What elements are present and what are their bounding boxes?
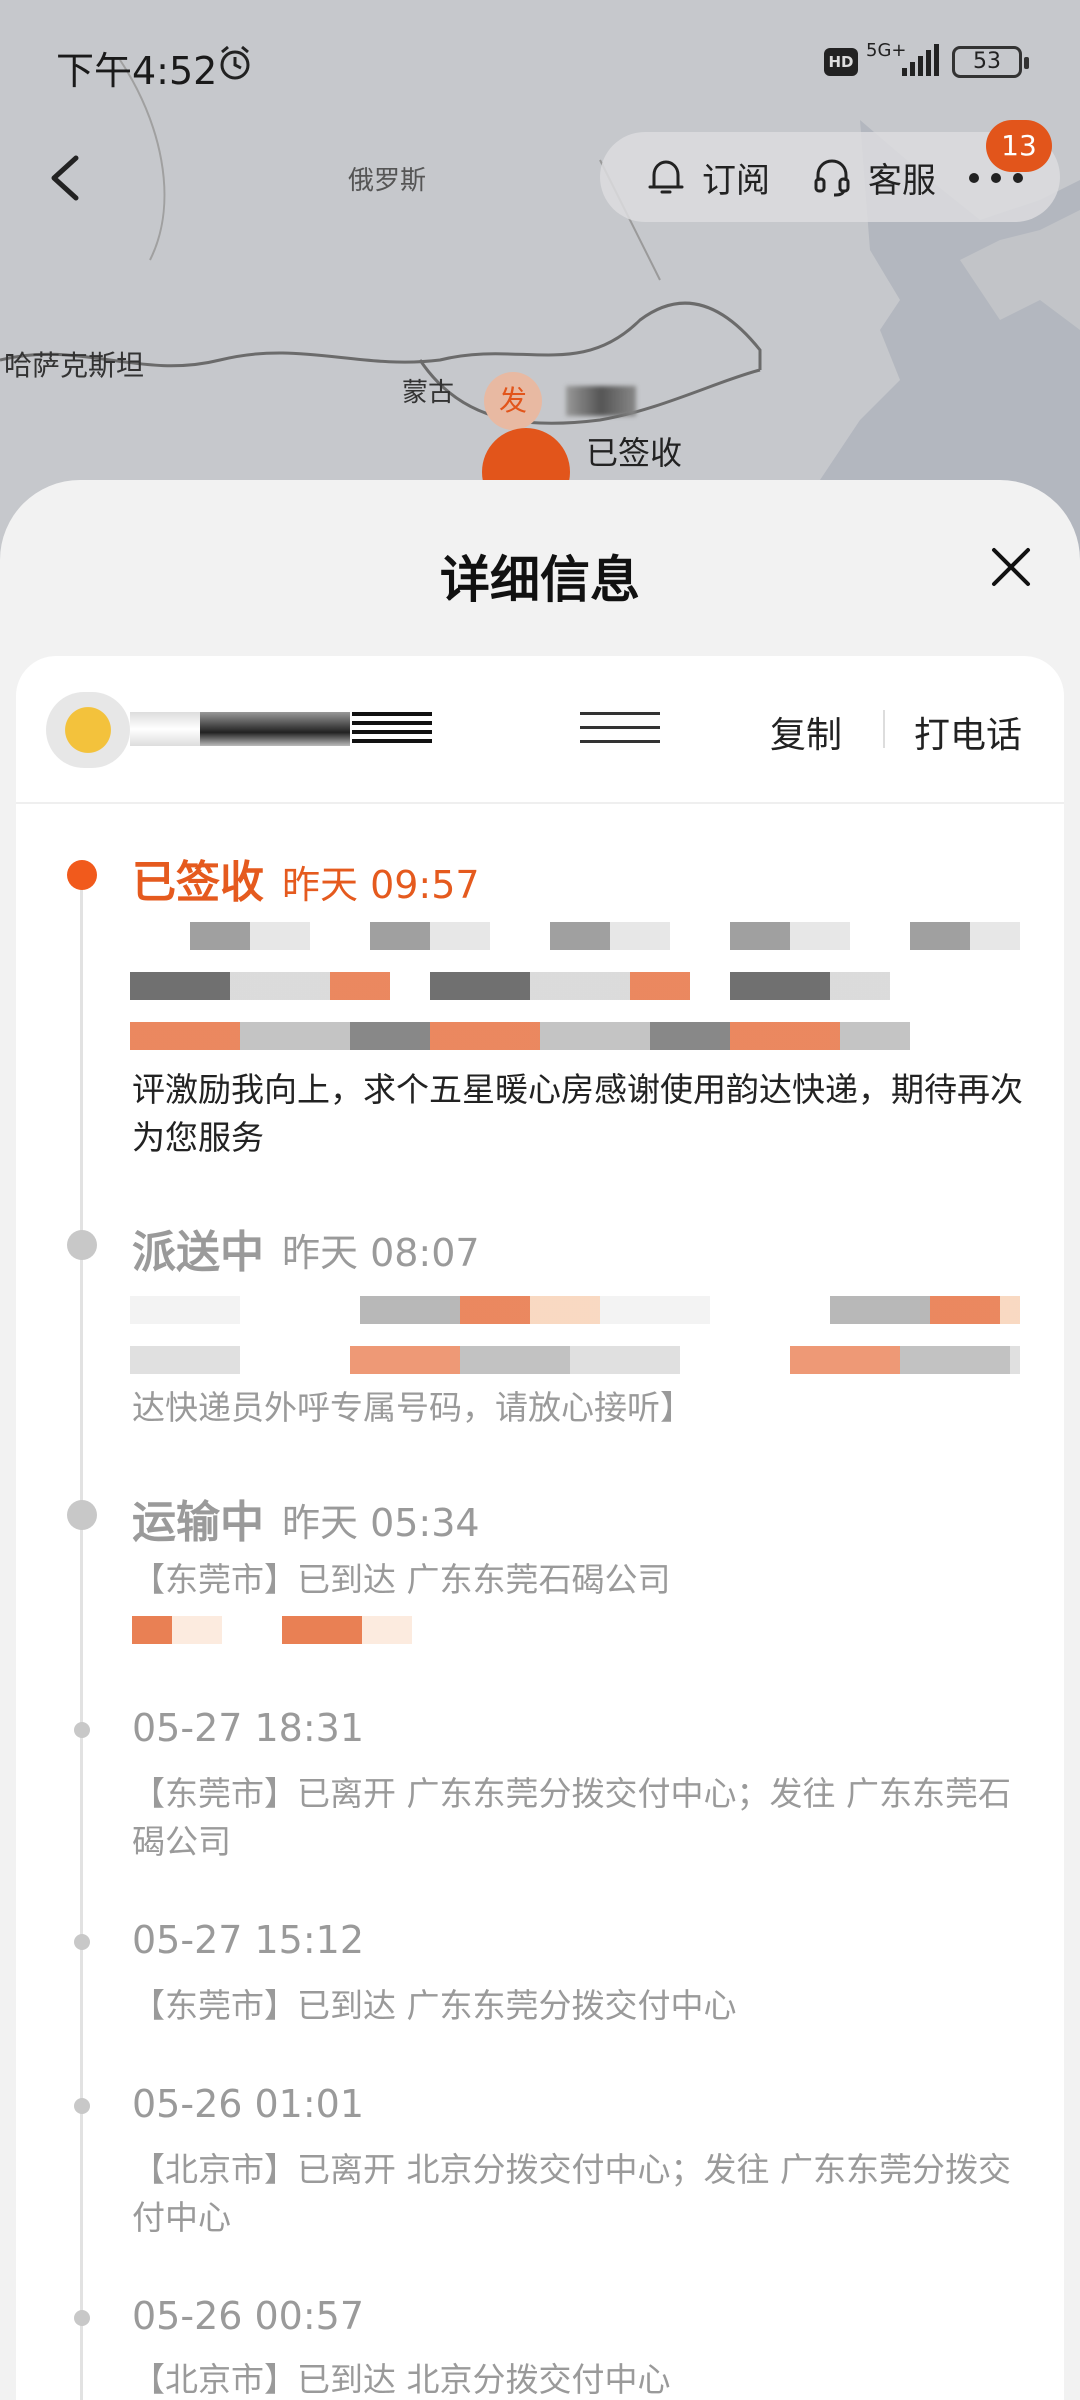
customer-service-button[interactable]: 客服: [810, 154, 936, 201]
header-divider: [883, 710, 885, 748]
copy-button[interactable]: 复制: [770, 706, 842, 758]
blurred-origin-city: [566, 386, 636, 416]
map-label-russia: 俄罗斯: [348, 166, 427, 196]
alarm-icon: [220, 45, 250, 80]
event-status: 运输中: [132, 1497, 264, 1548]
timeline-dot-active: [67, 860, 97, 890]
battery-indicator: 53: [952, 46, 1029, 78]
event-date: 05-27 15:12: [132, 1918, 365, 1962]
event-status: 已签收: [132, 857, 264, 908]
timeline-dot: [74, 1934, 90, 1950]
sheet-title: 详细信息: [440, 551, 640, 609]
timeline-dot: [74, 2310, 90, 2326]
clock: 下午4:52: [56, 49, 218, 93]
event-text: 评激励我向上，求个五星暖心房感谢使用韵达快递，期待再次为您服务: [132, 1070, 1023, 1157]
close-icon[interactable]: [986, 542, 1036, 592]
bell-icon: [648, 160, 684, 194]
event-text: 【东莞市】已离开 广东东莞分拨交付中心；发往 广东东莞石碣公司: [132, 1774, 1011, 1861]
event-status: 派送中: [132, 1227, 264, 1278]
timeline-dot: [74, 2098, 90, 2114]
notification-badge: 13: [986, 120, 1052, 172]
hd-badge: HD: [824, 48, 858, 76]
origin-marker[interactable]: 发: [484, 372, 542, 430]
subscribe-button[interactable]: 订阅: [644, 154, 770, 201]
redacted-text: [130, 1022, 910, 1050]
event-date: 05-27 18:31: [132, 1706, 365, 1750]
event-text: 【东莞市】已到达 广东东莞石碣公司: [132, 1560, 671, 1599]
subscribe-label: 订阅: [702, 160, 770, 201]
redacted-text: [130, 1296, 1020, 1324]
event-text: 【北京市】已到达 北京分拨交付中心: [132, 2360, 671, 2399]
map-marker-label: 已签收: [586, 434, 683, 472]
tracking-number-blur: [200, 712, 350, 746]
event-date: 05-26 01:01: [132, 2082, 365, 2126]
courier-logo: [46, 692, 130, 768]
map-label-kazakhstan: 哈萨克斯坦: [4, 349, 145, 382]
timeline-dot: [74, 1722, 90, 1738]
event-text: 【东莞市】已到达 广东东莞分拨交付中心: [132, 1986, 737, 2025]
service-label: 客服: [868, 160, 936, 201]
timeline-line: [80, 880, 83, 2400]
signal-icon: [902, 44, 939, 76]
timeline-dot: [67, 1500, 97, 1530]
tracking-number-blur: [352, 712, 432, 746]
event-time: 昨天 05:34: [282, 1501, 480, 1545]
timeline-dot: [67, 1230, 97, 1260]
event-text: 【北京市】已离开 北京分拨交付中心；发往 广东东莞分拨交付中心: [132, 2150, 1011, 2237]
status-bar: 下午4:52 HD 5G+ 53: [0, 0, 1080, 120]
redacted-text: [130, 972, 890, 1000]
redacted-text: [130, 922, 1020, 950]
tracking-number-blur: [130, 712, 210, 746]
redacted-text: [130, 1346, 1020, 1374]
map-label-mongolia: 蒙古: [402, 378, 455, 408]
event-time: 昨天 09:57: [282, 863, 480, 907]
event-time: 昨天 08:07: [282, 1231, 480, 1275]
event-date: 05-26 00:57: [132, 2294, 365, 2338]
headset-icon: [814, 159, 850, 197]
back-icon[interactable]: [40, 150, 90, 206]
event-text: 达快递员外呼专属号码，请放心接听】: [132, 1388, 693, 1427]
call-button[interactable]: 打电话: [914, 706, 1022, 758]
redacted-text: [132, 1616, 432, 1644]
tracking-number-blur: [580, 712, 660, 746]
